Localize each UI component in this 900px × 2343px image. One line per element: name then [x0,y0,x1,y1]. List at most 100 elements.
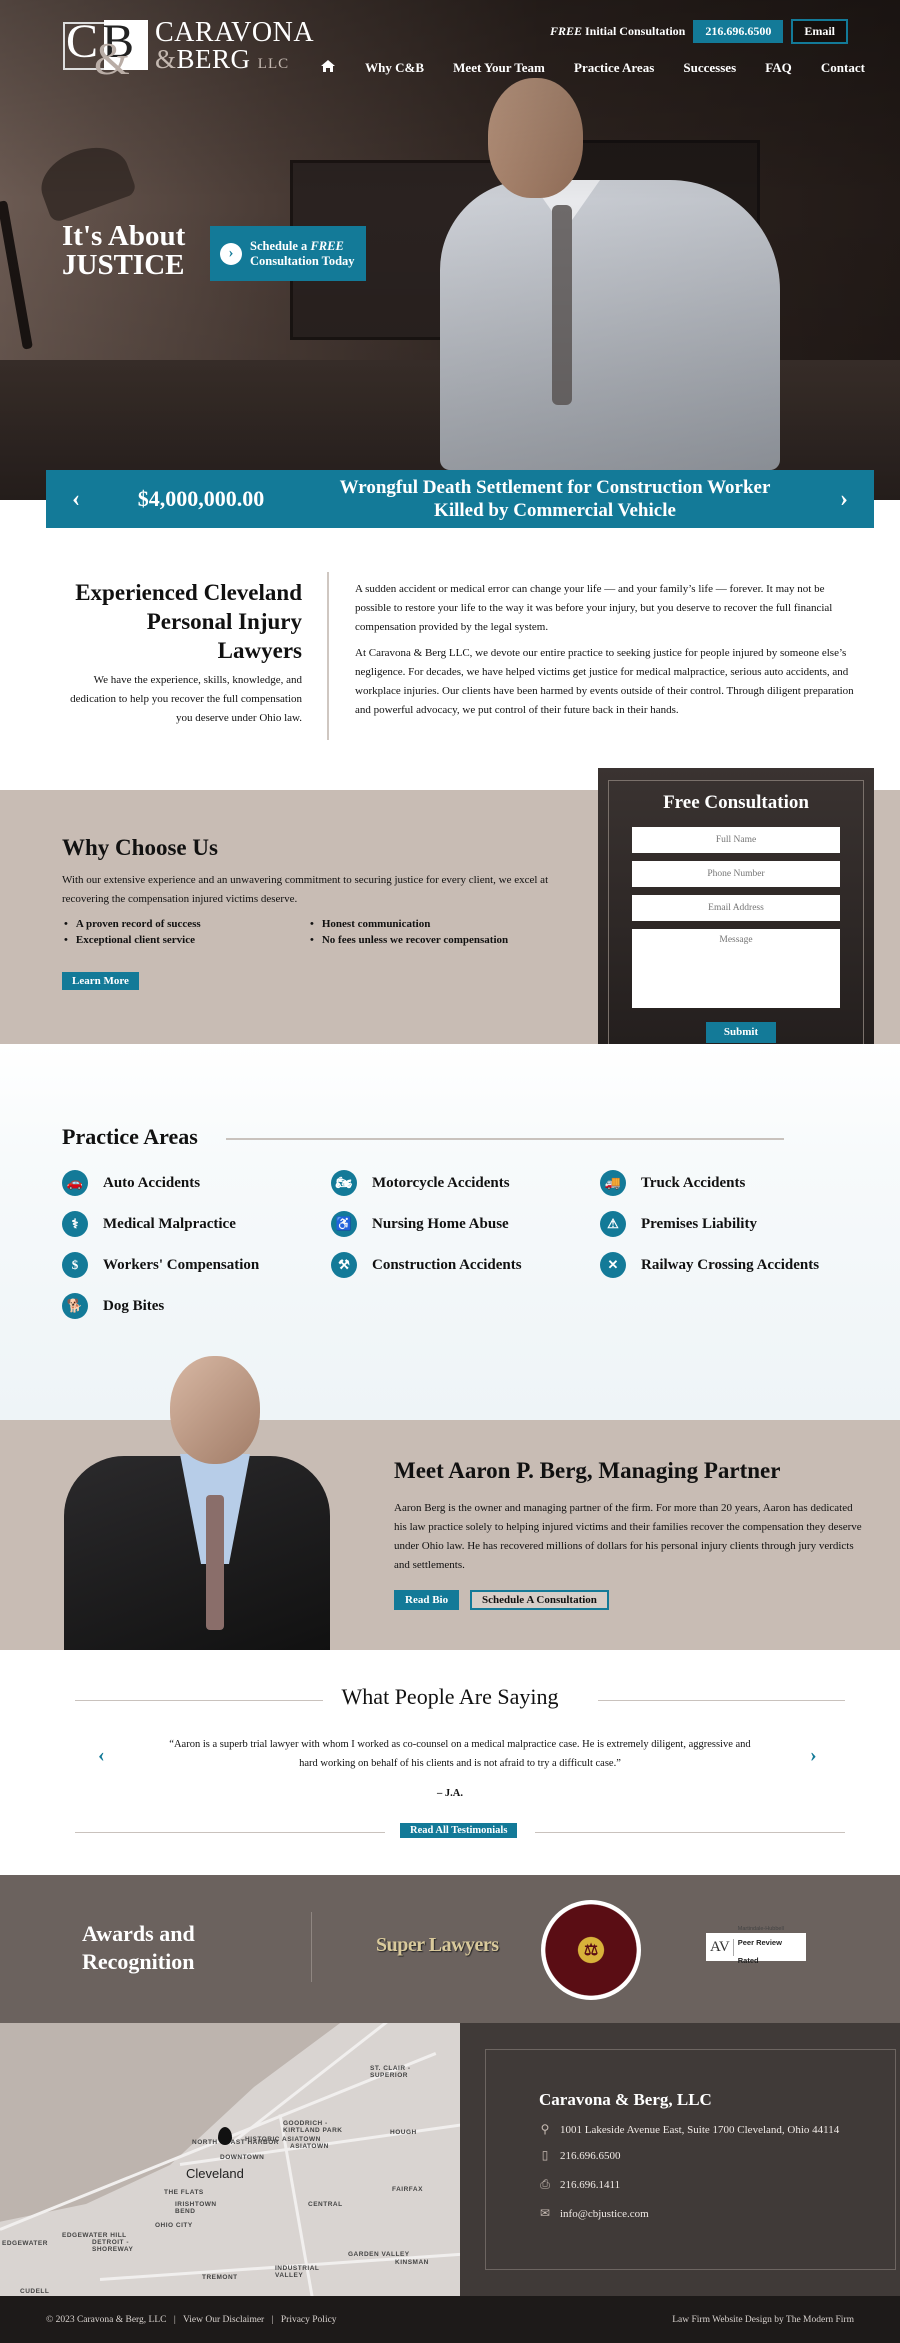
privacy-policy-link[interactable]: Privacy Policy [281,2315,337,2325]
intro-heading-line2: Personal Injury [146,609,302,634]
schedule-consultation-button[interactable]: Schedule A Consultation [470,1590,609,1610]
location-map[interactable]: NORTH COAST HARBOR HISTORIC ASIATOWN ASI… [0,2023,460,2296]
footer-left: © 2023 Caravona & Berg, LLC | View Our D… [46,2315,337,2325]
settlement-prev-button[interactable]: ‹ [46,486,106,513]
practice-item-premises-liability[interactable]: ⚠ Premises Liability [600,1211,862,1237]
testimonial-quote: “Aaron is a superb trial lawyer with who… [169,1739,751,1769]
map-label: EDGEWATER HILL [62,2232,127,2239]
map-label: KINSMAN [395,2259,429,2266]
map-label: TREMONT [202,2274,238,2281]
av-peer-review-badge[interactable]: AV Martindale-Hubbell Peer Review Rated [706,1926,806,1965]
main-nav: Why C&B Meet Your Team Practice Areas Su… [320,59,865,77]
awards-heading-line2: Recognition [82,1949,195,1974]
testimonial-next-button[interactable]: › [810,1744,817,1767]
cta-line2: Consultation Today [250,253,355,268]
testimonials-heading: What People Are Saying [341,1684,559,1709]
practice-item-railway-crossing-accidents[interactable]: ✕ Railway Crossing Accidents [600,1252,862,1278]
email-text[interactable]: info@cbjustice.com [560,2208,649,2220]
construction-icon: ⚒ [331,1252,357,1278]
practice-item-nursing-home-abuse[interactable]: ♿ Nursing Home Abuse [331,1211,600,1237]
map-label: DETROIT - SHOREWAY [92,2239,134,2253]
submit-button[interactable]: Submit [706,1022,776,1043]
schedule-consultation-cta[interactable]: › Schedule a FREE Consultation Today [210,226,366,281]
contact-address: ⚲ 1001 Lakeside Avenue East, Suite 1700 C… [539,2122,840,2137]
nav-meet-your-team[interactable]: Meet Your Team [453,60,545,76]
read-all-testimonials-button[interactable]: Read All Testimonials [400,1823,518,1838]
why-bullet: A proven record of success [62,918,308,930]
map-label: EDGEWATER [2,2240,48,2247]
awards-heading: Awards and Recognition [82,1920,195,1976]
free-emphasis: FREE [549,24,582,38]
practice-label: Premises Liability [641,1215,757,1232]
practice-item-workers-compensation[interactable]: $ Workers' Compensation [62,1252,331,1278]
full-name-input[interactable] [632,827,840,853]
intro-divider [327,572,329,740]
intro-heading: Experienced Cleveland Personal Injury La… [52,578,302,665]
design-credit-link[interactable]: Law Firm Website Design by The Modern Fi… [672,2315,854,2325]
settlement-carousel: ‹ $4,000,000.00 Wrongful Death Settlemen… [46,470,874,528]
phone-number-input[interactable] [632,861,840,887]
contact-phone[interactable]: ▯ 216.696.6500 [539,2148,621,2163]
logo-line2-text: BERG [176,44,251,74]
settlement-next-button[interactable]: › [814,486,874,513]
cta-line1: Schedule a [250,238,311,253]
practice-item-auto-accidents[interactable]: 🚗 Auto Accidents [62,1170,331,1196]
hero-headline-line1: It's About [62,220,186,252]
practice-item-medical-malpractice[interactable]: ⚕ Medical Malpractice [62,1211,331,1237]
intro-body: A sudden accident or medical error can c… [355,580,860,727]
testimonial-author: – J.A. [437,1788,463,1799]
email-button[interactable]: Email [791,19,848,44]
practice-label: Nursing Home Abuse [372,1215,509,1232]
nav-practice-areas[interactable]: Practice Areas [574,60,654,76]
contact-email[interactable]: ✉ info@cbjustice.com [539,2206,649,2221]
disclaimer-link[interactable]: View Our Disclaimer [183,2315,264,2325]
nav-successes[interactable]: Successes [683,60,736,76]
worker-money-icon: $ [62,1252,88,1278]
envelope-icon: ✉ [539,2206,551,2220]
email-address-input[interactable] [632,895,840,921]
practice-item-truck-accidents[interactable]: 🚚 Truck Accidents [600,1170,862,1196]
map-pin-icon[interactable] [218,2127,232,2145]
million-dollar-advocates-badge[interactable]: ⚖ [541,1900,641,2000]
map-label: OHIO CITY [155,2222,193,2229]
truck-icon: 🚚 [600,1170,626,1196]
hero-headline-line2: JUSTICE [62,249,185,281]
testimonial-prev-button[interactable]: ‹ [98,1744,105,1767]
av-mark: AV [710,1938,734,1956]
practice-item-dog-bites[interactable]: 🐕 Dog Bites [62,1293,331,1319]
practice-item-construction-accidents[interactable]: ⚒ Construction Accidents [331,1252,600,1278]
learn-more-button[interactable]: Learn More [62,972,139,990]
chevron-right-icon: › [220,242,242,265]
phone-button[interactable]: 216.696.6500 [693,20,784,43]
footer-separator: | [271,2314,274,2325]
mobile-phone-icon: ▯ [541,2148,549,2162]
copyright-text: © 2023 Caravona & Berg, LLC [46,2314,167,2325]
why-bullet: Exceptional client service [62,934,308,946]
nav-home[interactable] [320,59,336,77]
meet-heading: Meet Aaron P. Berg, Managing Partner [394,1458,781,1483]
intro-heading-line1: Experienced Cleveland [75,580,302,605]
practice-heading-rule [226,1138,784,1140]
practice-areas-heading: Practice Areas [62,1124,198,1149]
map-label: IRISHTOWN BEND [175,2201,217,2215]
cta-label: Schedule a FREE Consultation Today [250,239,355,269]
car-crash-icon: 🚗 [62,1170,88,1196]
super-lawyers-badge[interactable]: Super Lawyers [376,1934,499,1957]
dog-icon: 🐕 [62,1293,88,1319]
why-bullet: No fees unless we recover compensation [308,934,532,946]
fax-text: 216.696.1411 [560,2178,621,2191]
nav-why-cb[interactable]: Why C&B [365,60,424,76]
logo-wordmark[interactable]: CARAVONA &BERG LLC [155,19,314,77]
hero-headline: It's About JUSTICE [62,222,185,280]
intro-subtext: We have the experience, skills, knowledg… [70,674,302,724]
practice-item-motorcycle-accidents[interactable]: 🏍 Motorcycle Accidents [331,1170,600,1196]
awards-heading-line1: Awards and [82,1921,195,1946]
phone-text[interactable]: 216.696.6500 [560,2150,621,2162]
nav-faq[interactable]: FAQ [765,60,791,76]
practice-label: Dog Bites [103,1297,165,1314]
intro-paragraph: A sudden accident or medical error can c… [355,583,833,633]
read-bio-button[interactable]: Read Bio [394,1590,460,1610]
form-heading: Free Consultation [663,792,809,813]
nav-contact[interactable]: Contact [821,60,865,76]
message-textarea[interactable] [632,929,840,1008]
